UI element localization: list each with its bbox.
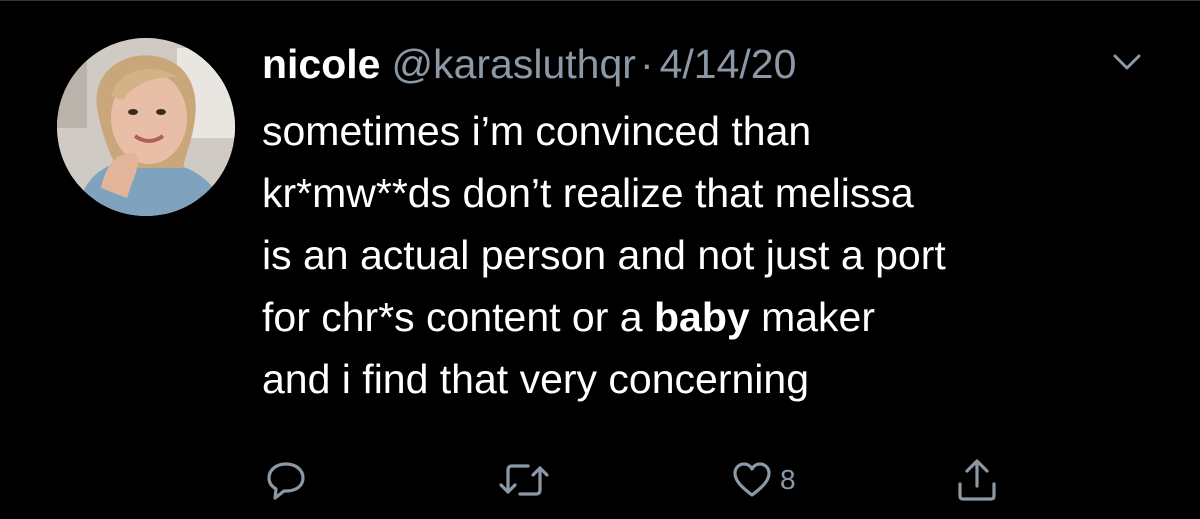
separator: · — [639, 41, 654, 87]
bold-text-segment: baby — [653, 294, 750, 340]
share-icon — [958, 459, 996, 501]
text-segment: for chr*s content or a — [262, 294, 654, 340]
tweet-text-line: and i find that very concerning — [262, 356, 809, 402]
more-options-button[interactable] — [1110, 48, 1144, 76]
user-handle[interactable]: @karasluthqr — [391, 36, 635, 92]
share-button[interactable] — [955, 450, 999, 510]
like-button[interactable]: 8 — [732, 450, 796, 510]
text-segment: maker — [749, 294, 875, 340]
tweet-text-line: is an actual person and not just a port — [262, 232, 946, 278]
reply-button[interactable] — [264, 450, 308, 510]
tweet-text-line: for chr*s content or a baby maker — [262, 286, 1162, 348]
tweet-date[interactable]: 4/14/20 — [660, 36, 797, 92]
tweet-actions: 8 — [0, 450, 1200, 510]
tweet-text-line: sometimes i’m convinced than — [262, 108, 812, 154]
avatar[interactable] — [57, 38, 235, 216]
tweet[interactable]: nicole @karasluthqr · 4/14/20 sometimes … — [0, 0, 1200, 519]
reply-icon — [267, 462, 305, 500]
tweet-header: nicole @karasluthqr · 4/14/20 — [262, 36, 796, 92]
display-name[interactable]: nicole — [262, 36, 380, 92]
avatar-image — [57, 38, 235, 216]
tweet-text: sometimes i’m convinced than kr*mw**ds d… — [262, 100, 1162, 410]
like-count: 8 — [780, 464, 796, 495]
heart-icon — [733, 462, 771, 497]
chevron-down-icon — [1113, 54, 1141, 70]
retweet-icon — [499, 464, 549, 496]
tweet-text-line: kr*mw**ds don’t realize that melissa — [262, 170, 914, 216]
retweet-button[interactable] — [498, 450, 550, 510]
